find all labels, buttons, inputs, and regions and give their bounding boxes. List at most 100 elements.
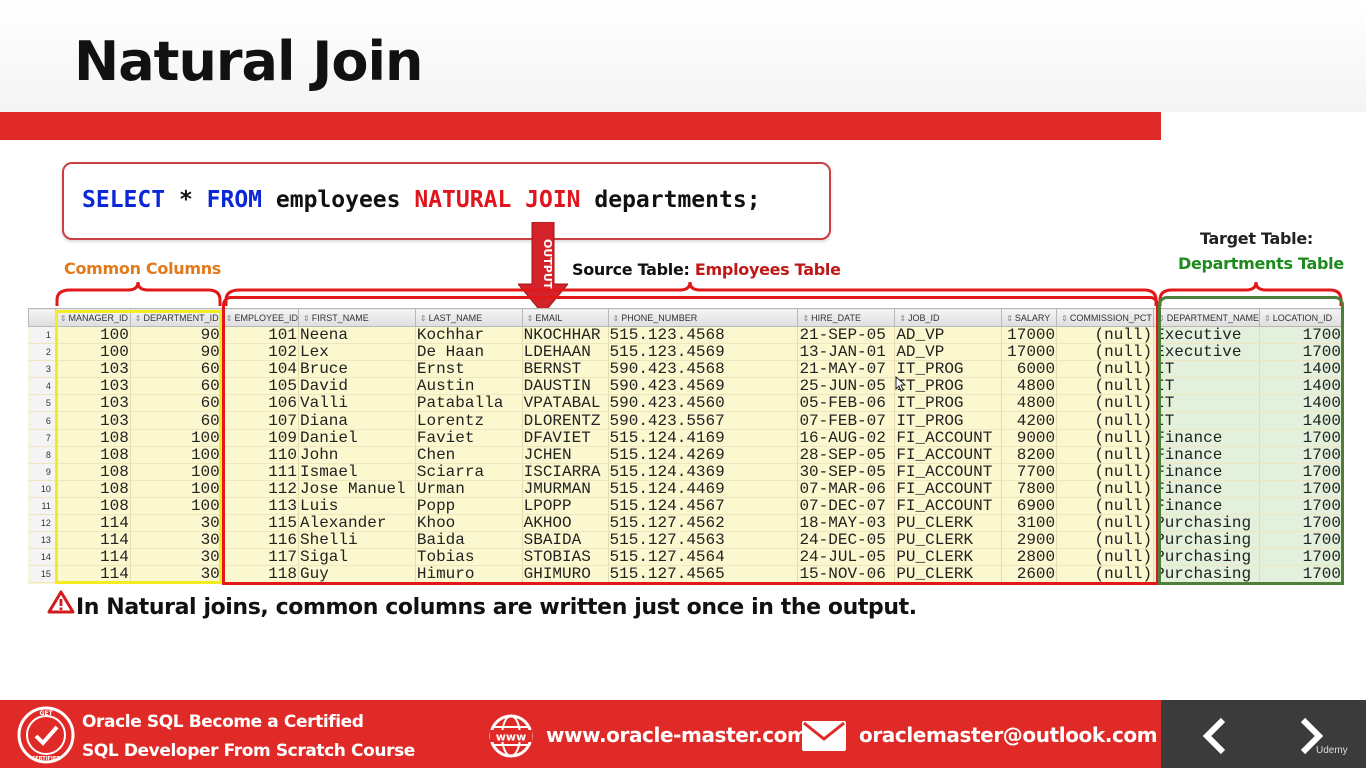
cell-hire-date[interactable]: 13-JAN-01 [797,343,896,362]
cell-department-id[interactable]: 30 [130,565,222,584]
cell-department-name[interactable]: Executive [1153,343,1261,362]
cell-last-name[interactable]: Popp [415,497,523,516]
column-header-employee-id[interactable]: ⇕ EMPLOYEE_ID [220,308,300,327]
cell-hire-date[interactable]: 07-MAR-06 [797,480,896,498]
cell-department-id[interactable]: 30 [130,531,222,550]
cell-manager-id[interactable]: 108 [55,429,131,447]
cell-commission-pct[interactable]: (null) [1056,480,1155,498]
cell-email[interactable]: LDEHAAN [522,343,609,362]
email-link[interactable]: oraclemaster@outlook.com [859,723,1158,747]
cell-first-name[interactable]: Bruce [298,360,416,379]
cell-employee-id[interactable]: 109 [221,429,300,447]
cell-email[interactable]: DAUSTIN [522,377,609,396]
cell-last-name[interactable]: Kochhar [415,326,523,345]
cell-phone-number[interactable]: 515.127.4562 [608,514,799,533]
cell-salary[interactable]: 2800 [1001,548,1058,567]
cell-job-id[interactable]: FI_ACCOUNT [894,446,1003,464]
cell-department-name[interactable]: Finance [1153,480,1261,498]
cell-department-id[interactable]: 100 [130,446,222,464]
cell-location-id[interactable]: 1700 [1259,548,1343,567]
table-row[interactable]: 9 108 100 111 Ismael Sciarra ISCIARRA 515.124.4… [28,463,1343,481]
cell-manager-id[interactable]: 108 [55,497,131,516]
cell-department-name[interactable]: IT [1153,360,1261,379]
sort-icon[interactable]: ⇕ [1006,314,1013,323]
cell-location-id[interactable]: 1700 [1259,497,1343,516]
cell-phone-number[interactable]: 515.123.4569 [608,343,799,362]
cell-last-name[interactable]: Baida [415,531,523,550]
cell-department-name[interactable]: Purchasing [1153,514,1261,533]
cell-hire-date[interactable]: 16-AUG-02 [797,429,896,447]
cell-phone-number[interactable]: 590.423.4568 [608,360,799,379]
cell-hire-date[interactable]: 25-JUN-05 [797,377,896,396]
cell-employee-id[interactable]: 101 [221,326,300,345]
cell-employee-id[interactable]: 111 [221,463,300,481]
cell-phone-number[interactable]: 515.124.4567 [608,497,799,516]
cell-commission-pct[interactable]: (null) [1056,463,1155,481]
sort-icon[interactable]: ⇕ [899,314,906,323]
cell-manager-id[interactable]: 114 [55,565,131,584]
sort-icon[interactable]: ⇕ [802,314,809,323]
cell-job-id[interactable]: PU_CLERK [894,565,1003,584]
cell-hire-date[interactable]: 18-MAY-03 [797,514,896,533]
cell-commission-pct[interactable]: (null) [1056,514,1155,533]
sort-icon[interactable]: ⇕ [135,314,142,323]
cell-email[interactable]: STOBIAS [522,548,609,567]
column-header-department-id[interactable]: ⇕ DEPARTMENT_ID [129,308,222,327]
table-row[interactable]: 3 103 60 104 Bruce Ernst BERNST 590.423.4568 21-… [28,360,1343,379]
column-header-hire-date[interactable]: ⇕ HIRE_DATE [797,308,896,327]
cell-email[interactable]: NKOCHHAR [522,326,609,345]
table-row[interactable]: 14 114 30 117 Sigal Tobias STOBIAS 515.127.4564… [28,548,1343,567]
cell-phone-number[interactable]: 515.124.4169 [608,429,799,447]
column-header-last-name[interactable]: ⇕ LAST_NAME [414,308,523,327]
cell-department-id[interactable]: 90 [130,343,222,362]
cell-location-id[interactable]: 1700 [1259,531,1343,550]
cell-email[interactable]: DLORENTZ [522,411,609,430]
cell-phone-number[interactable]: 515.124.4369 [608,463,799,481]
cell-phone-number[interactable]: 515.127.4563 [608,531,799,550]
cell-salary[interactable]: 6900 [1001,497,1058,516]
cell-phone-number[interactable]: 590.423.4569 [608,377,799,396]
table-row[interactable]: 8 108 100 110 John Chen JCHEN 515.124.4269 28-SE… [28,446,1343,464]
cell-location-id[interactable]: 1700 [1259,463,1343,481]
cell-job-id[interactable]: FI_ACCOUNT [894,480,1003,498]
sort-icon[interactable]: ⇕ [303,314,310,323]
cell-employee-id[interactable]: 102 [221,343,300,362]
cell-department-name[interactable]: Purchasing [1153,548,1261,567]
cell-department-name[interactable]: IT [1153,377,1261,396]
cell-manager-id[interactable]: 100 [55,326,131,345]
cell-manager-id[interactable]: 108 [55,480,131,498]
cell-manager-id[interactable]: 103 [55,394,131,413]
cell-phone-number[interactable]: 515.124.4269 [608,446,799,464]
table-row[interactable]: 10 108 100 112 Jose Manuel Urman JMURMAN 515.12… [28,480,1343,498]
column-header-email[interactable]: ⇕ EMAIL [521,308,609,327]
sort-icon[interactable]: ⇕ [226,314,233,323]
sort-icon[interactable]: ⇕ [613,314,620,323]
cell-employee-id[interactable]: 116 [221,531,300,550]
cell-location-id[interactable]: 1700 [1259,429,1343,447]
cell-first-name[interactable]: Diana [298,411,416,430]
cell-last-name[interactable]: Tobias [415,548,523,567]
cell-department-id[interactable]: 90 [130,326,222,345]
cell-commission-pct[interactable]: (null) [1056,326,1155,345]
cell-department-id[interactable]: 60 [130,377,222,396]
cell-salary[interactable]: 2900 [1001,531,1058,550]
table-row[interactable]: 4 103 60 105 David Austin DAUSTIN 590.423.4569 2… [28,377,1343,396]
cell-department-id[interactable]: 60 [130,360,222,379]
cell-salary[interactable]: 7700 [1001,463,1058,481]
cell-email[interactable]: SBAIDA [522,531,609,550]
cell-department-name[interactable]: Purchasing [1153,565,1261,584]
cell-email[interactable]: GHIMURO [522,565,609,584]
cell-hire-date[interactable]: 15-NOV-06 [797,565,896,584]
cell-job-id[interactable]: FI_ACCOUNT [894,429,1003,447]
cell-salary[interactable]: 2600 [1001,565,1058,584]
cell-last-name[interactable]: De Haan [415,343,523,362]
cell-email[interactable]: JCHEN [522,446,609,464]
column-header-job-id[interactable]: ⇕ JOB_ID [894,308,1003,327]
cell-department-id[interactable]: 30 [130,514,222,533]
cell-salary[interactable]: 4800 [1001,394,1058,413]
cell-commission-pct[interactable]: (null) [1056,377,1155,396]
cell-job-id[interactable]: IT_PROG [894,411,1003,430]
cell-location-id[interactable]: 1400 [1259,360,1343,379]
cell-phone-number[interactable]: 515.124.4469 [608,480,799,498]
cell-salary[interactable]: 17000 [1001,343,1058,362]
